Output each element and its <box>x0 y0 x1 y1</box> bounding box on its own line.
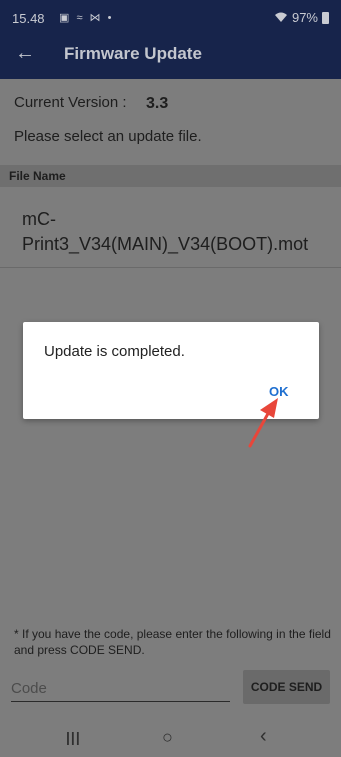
dialog-message: Update is completed. <box>44 343 185 360</box>
recents-button[interactable]: ||| <box>66 729 81 745</box>
file-name-header: File Name <box>0 165 341 187</box>
wifi-icon <box>274 12 287 22</box>
status-right: 97% <box>274 10 329 25</box>
main-content: Current Version : 3.3 Please select an u… <box>0 79 341 721</box>
code-note: * If you have the code, please enter the… <box>14 627 331 657</box>
battery-percent: 97% <box>291 10 318 25</box>
file-list-item[interactable]: mC-Print3_V34(MAIN)_V34(BOOT).mot <box>22 207 341 257</box>
code-input[interactable] <box>11 676 230 702</box>
instruction-text: Please select an update file. <box>14 128 202 145</box>
system-nav-bar: ||| ○ ‹ <box>0 721 341 757</box>
status-time: 15.48 <box>12 11 45 26</box>
annotation-arrow-icon <box>248 398 278 448</box>
current-version-label: Current Version : <box>14 94 127 111</box>
current-version-value: 3.3 <box>146 95 169 112</box>
home-button[interactable]: ○ <box>162 727 173 748</box>
page-title: Firmware Update <box>64 44 202 63</box>
code-send-button[interactable]: CODE SEND <box>243 670 330 704</box>
status-bar: 15.48 ▣ ≈ ⋈ • 97% <box>0 0 341 36</box>
battery-icon <box>322 11 329 24</box>
notification-icons: ▣ ≈ ⋈ • <box>59 12 114 24</box>
divider <box>0 267 341 268</box>
nav-back-button[interactable]: ‹ <box>260 725 267 748</box>
file-name-header-label: File Name <box>9 169 66 183</box>
back-arrow-icon[interactable]: ← <box>15 42 35 65</box>
app-bar: ← Firmware Update <box>0 36 341 79</box>
